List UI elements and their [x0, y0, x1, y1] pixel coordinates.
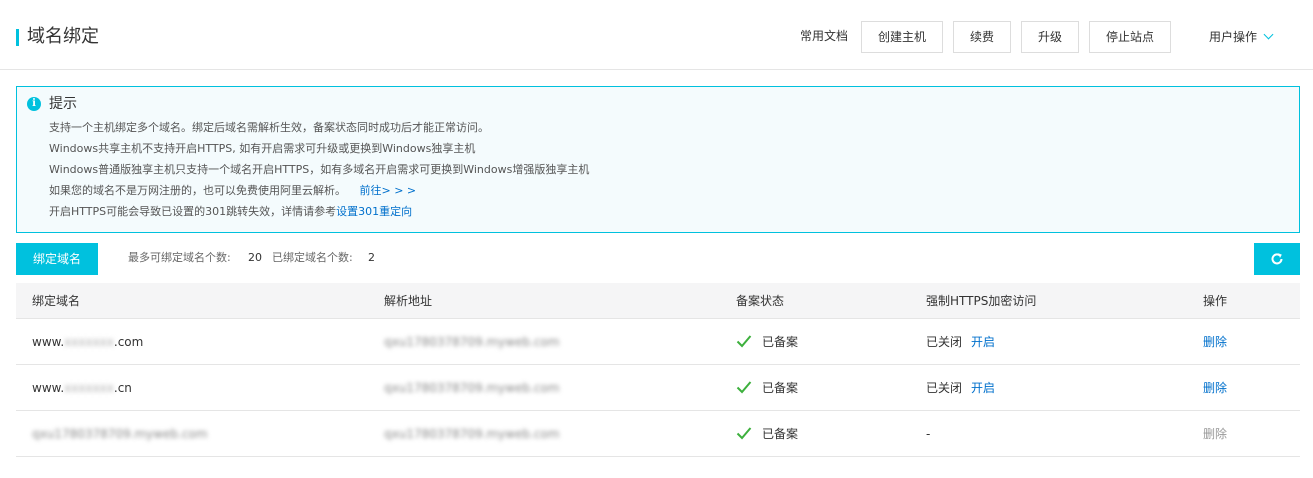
- https-state: -: [926, 427, 931, 441]
- icp-status: 已备案: [762, 335, 799, 349]
- docs-link[interactable]: 常用文档: [800, 29, 848, 43]
- table-row: qxu1780378709.myweb.com qxu1780378709.my…: [16, 411, 1300, 457]
- title-accent-bar: [16, 29, 19, 46]
- domain-hidden: xxxxxxx: [64, 335, 114, 349]
- notice-line-3: Windows普通版独享主机只支持一个域名开启HTTPS，如有多域名开启需求可更…: [49, 163, 590, 176]
- domain-cell: qxu1780378709.myweb.com: [32, 427, 208, 441]
- check-icon: [736, 335, 752, 348]
- bind-domain-button[interactable]: 绑定域名: [16, 243, 98, 275]
- user-ops-label: 用户操作: [1209, 30, 1258, 44]
- delete-link-disabled: 删除: [1203, 427, 1228, 441]
- user-ops-dropdown[interactable]: 用户操作: [1209, 29, 1274, 44]
- create-host-button[interactable]: 创建主机: [861, 21, 943, 53]
- notice-line-2: Windows共享主机不支持开启HTTPS, 如有开启需求可升级或更换到Wind…: [49, 142, 476, 155]
- delete-link[interactable]: 删除: [1203, 335, 1227, 349]
- bound-domains-label: 已绑定域名个数:: [272, 251, 353, 264]
- domain-prefix: www.: [32, 335, 65, 349]
- enable-https-link[interactable]: 开启: [971, 335, 995, 349]
- notice-line-4: 如果您的域名不是万网注册的，也可以免费使用阿里云解析。 前往> > >: [49, 183, 416, 199]
- check-icon: [736, 381, 752, 394]
- domain-hidden: xxxxxxx: [64, 381, 114, 395]
- info-icon: i: [27, 97, 41, 111]
- domain-prefix: www.: [32, 381, 65, 395]
- notice-title: 提示: [49, 96, 77, 112]
- icp-status: 已备案: [762, 381, 799, 395]
- col-resolve: 解析地址: [384, 294, 433, 308]
- redirect-301-link[interactable]: 设置301重定向: [336, 205, 412, 218]
- table-row: www.xxxxxxx.com qxu1780378709.myweb.com …: [16, 319, 1300, 365]
- domain-cell: www.xxxxxxx.cn: [32, 381, 132, 395]
- stop-site-button[interactable]: 停止站点: [1089, 21, 1171, 53]
- page-title: 域名绑定: [27, 26, 99, 47]
- bound-domains-value: 2: [368, 251, 375, 264]
- https-state: 已关闭: [926, 335, 963, 349]
- icp-status: 已备案: [762, 427, 799, 441]
- resolve-address: qxu1780378709.myweb.com: [384, 335, 560, 349]
- notice-line-5: 开启HTTPS可能会导致已设置的301跳转失效，详情请参考设置301重定向: [49, 204, 412, 220]
- table-header: 绑定域名 解析地址 备案状态 强制HTTPS加密访问 操作: [16, 283, 1300, 319]
- refresh-icon: [1271, 253, 1283, 265]
- col-https: 强制HTTPS加密访问: [926, 294, 1037, 308]
- https-state: 已关闭: [926, 381, 963, 395]
- resolve-address: qxu1780378709.myweb.com: [384, 427, 560, 441]
- domain-suffix: .cn: [113, 381, 132, 395]
- tip-notice: i 提示 支持一个主机绑定多个域名。绑定后域名需解析生效，备案状态同时成功后才能…: [16, 86, 1300, 233]
- upgrade-button[interactable]: 升级: [1021, 21, 1079, 53]
- notice-line-1: 支持一个主机绑定多个域名。绑定后域名需解析生效，备案状态同时成功后才能正常访问。: [49, 121, 489, 134]
- goto-dns-link[interactable]: 前往> > >: [360, 184, 417, 197]
- max-domains-value: 20: [248, 251, 262, 264]
- enable-https-link[interactable]: 开启: [971, 381, 995, 395]
- notice-line-5-text: 开启HTTPS可能会导致已设置的301跳转失效，详情请参考: [49, 205, 337, 218]
- table-row: www.xxxxxxx.cn qxu1780378709.myweb.com 已…: [16, 365, 1300, 411]
- delete-link[interactable]: 删除: [1203, 381, 1227, 395]
- check-icon: [736, 427, 752, 440]
- notice-line-4-text: 如果您的域名不是万网注册的，也可以免费使用阿里云解析。: [49, 184, 346, 197]
- col-status: 备案状态: [736, 294, 785, 308]
- col-operation: 操作: [1203, 294, 1228, 308]
- domain-cell: www.xxxxxxx.com: [32, 335, 143, 349]
- resolve-address: qxu1780378709.myweb.com: [384, 381, 560, 395]
- refresh-button[interactable]: [1254, 243, 1300, 275]
- col-domain: 绑定域名: [32, 294, 81, 308]
- renew-button[interactable]: 续费: [953, 21, 1011, 53]
- max-domains-label: 最多可绑定域名个数:: [128, 251, 231, 264]
- page-header: 域名绑定 常用文档 创建主机 续费 升级 停止站点 用户操作: [0, 0, 1313, 70]
- domain-suffix: .com: [113, 335, 144, 349]
- chevron-down-icon: [1263, 29, 1274, 40]
